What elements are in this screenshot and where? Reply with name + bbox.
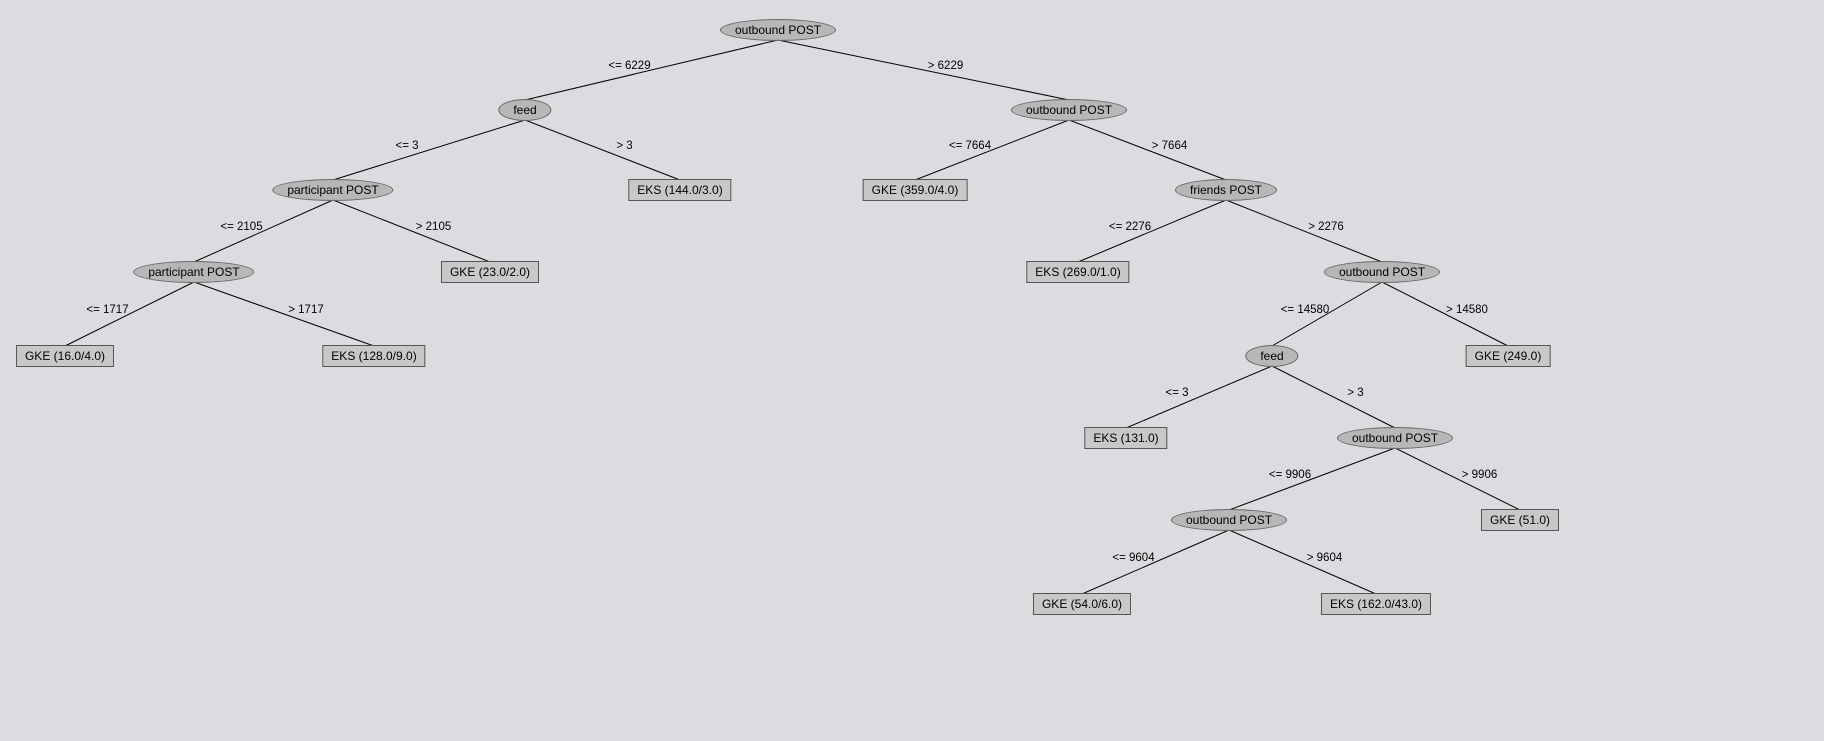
tree-node: outbound POST [1011,99,1127,121]
tree-node: feed [1245,345,1298,367]
edge-label: > 3 [616,140,632,152]
tree-leaf: EKS (269.0/1.0) [1026,261,1129,283]
edge-label: > 14580 [1446,304,1488,316]
edge-label: <= 14580 [1281,304,1330,316]
tree-leaf: GKE (249.0) [1466,345,1551,367]
edge-label: > 1717 [288,304,324,316]
tree-leaf: EKS (162.0/43.0) [1321,593,1431,615]
tree-node: participant POST [272,179,393,201]
tree-node: feed [498,99,551,121]
edge-label: <= 3 [1165,387,1188,399]
edge-label: > 9906 [1462,469,1498,481]
tree-leaf: EKS (144.0/3.0) [628,179,731,201]
tree-leaf: GKE (51.0) [1481,509,1559,531]
tree-node: outbound POST [1171,509,1287,531]
tree-leaf: GKE (23.0/2.0) [441,261,539,283]
edge-label: > 2276 [1308,221,1344,233]
edge-label: <= 6229 [608,60,650,72]
tree-node: participant POST [133,261,254,283]
edge-label: > 6229 [928,60,964,72]
edge-label: > 2105 [416,221,452,233]
tree-leaf: EKS (131.0) [1084,427,1167,449]
edge-label: > 3 [1347,387,1363,399]
edge-svg [0,0,1824,741]
edge-label: <= 2276 [1109,221,1151,233]
tree-node: outbound POST [1324,261,1440,283]
tree-node: friends POST [1175,179,1277,201]
edge-label: <= 1717 [86,304,128,316]
edge-label: <= 3 [395,140,418,152]
tree-leaf: GKE (16.0/4.0) [16,345,114,367]
edge-label: > 7664 [1152,140,1188,152]
tree-node: outbound POST [1337,427,1453,449]
edge-label: <= 7664 [949,140,991,152]
edge-label: <= 9604 [1112,552,1154,564]
edge-label: > 9604 [1307,552,1343,564]
tree-leaf: GKE (359.0/4.0) [863,179,968,201]
edge-label: <= 9906 [1269,469,1311,481]
tree-leaf: EKS (128.0/9.0) [322,345,425,367]
decision-tree-diagram: outbound POST <= 6229 feed <= 3 participant … [0,0,1824,741]
tree-leaf: GKE (54.0/6.0) [1033,593,1131,615]
edge-label: <= 2105 [220,221,262,233]
tree-node: outbound POST [720,19,836,41]
